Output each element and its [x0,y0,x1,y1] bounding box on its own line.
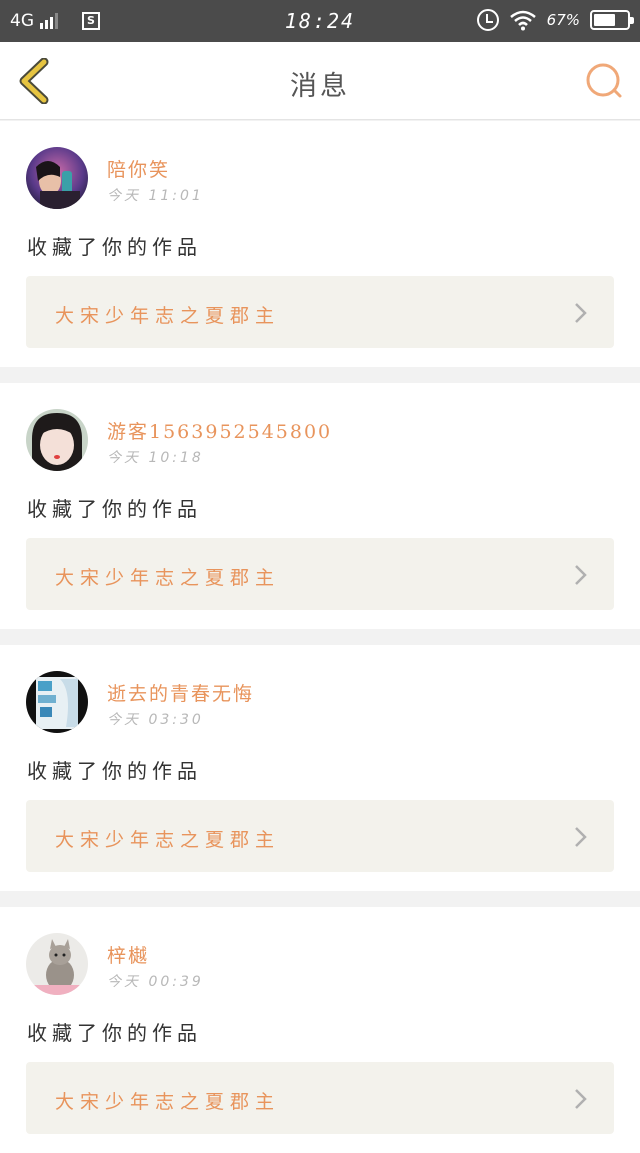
username[interactable]: 逝去的青春无悔 [107,679,254,706]
status-bar: 4G S 18:24 67% [0,0,640,42]
message-card: 逝去的青春无悔 今天 03:30 收藏了你的作品 大宋少年志之夏郡主 [0,645,640,891]
avatar[interactable] [26,147,88,209]
work-link[interactable]: 大宋少年志之夏郡主 [26,276,614,348]
timestamp: 今天 10:18 [107,450,204,466]
message-card: 陪你笑 今天 11:01 收藏了你的作品 大宋少年志之夏郡主 [0,121,640,367]
battery-fill [594,14,616,26]
avatar[interactable] [26,409,88,471]
battery-percent: 67% [546,11,580,29]
chevron-right-icon [575,303,587,323]
work-link[interactable]: 大宋少年志之夏郡主 [26,538,614,610]
work-title: 大宋少年志之夏郡主 [55,829,281,851]
action-text: 收藏了你的作品 [27,1021,202,1045]
status-right: 67% [476,9,634,31]
timestamp: 今天 00:39 [107,974,204,990]
action-text: 收藏了你的作品 [27,235,202,259]
wifi-icon [509,10,536,31]
work-title: 大宋少年志之夏郡主 [55,567,281,589]
username[interactable]: 梓樾 [107,941,149,968]
page-title: 消息 [290,71,350,102]
battery-icon [590,10,634,30]
action-text: 收藏了你的作品 [27,759,202,783]
search-icon [586,63,622,98]
avatar[interactable] [26,933,88,995]
work-link[interactable]: 大宋少年志之夏郡主 [26,1062,614,1134]
top-nav-bar: 消息 [0,42,640,120]
username[interactable]: 游客1563952545800 [107,417,332,444]
chevron-right-icon [575,827,587,847]
chevron-right-icon [575,565,587,585]
work-title: 大宋少年志之夏郡主 [55,305,281,327]
message-card: 游客1563952545800 今天 10:18 收藏了你的作品 大宋少年志之夏… [0,383,640,629]
work-title: 大宋少年志之夏郡主 [55,1091,281,1113]
timestamp: 今天 03:30 [107,712,204,728]
timestamp: 今天 11:01 [107,188,204,204]
alarm-icon [476,9,499,31]
chevron-right-icon [575,1089,587,1109]
avatar[interactable] [26,671,88,733]
message-card: 梓樾 今天 00:39 收藏了你的作品 大宋少年志之夏郡主 [0,907,640,1153]
work-link[interactable]: 大宋少年志之夏郡主 [26,800,614,872]
username[interactable]: 陪你笑 [107,155,170,182]
search-button[interactable] [584,61,624,101]
action-text: 收藏了你的作品 [27,497,202,521]
